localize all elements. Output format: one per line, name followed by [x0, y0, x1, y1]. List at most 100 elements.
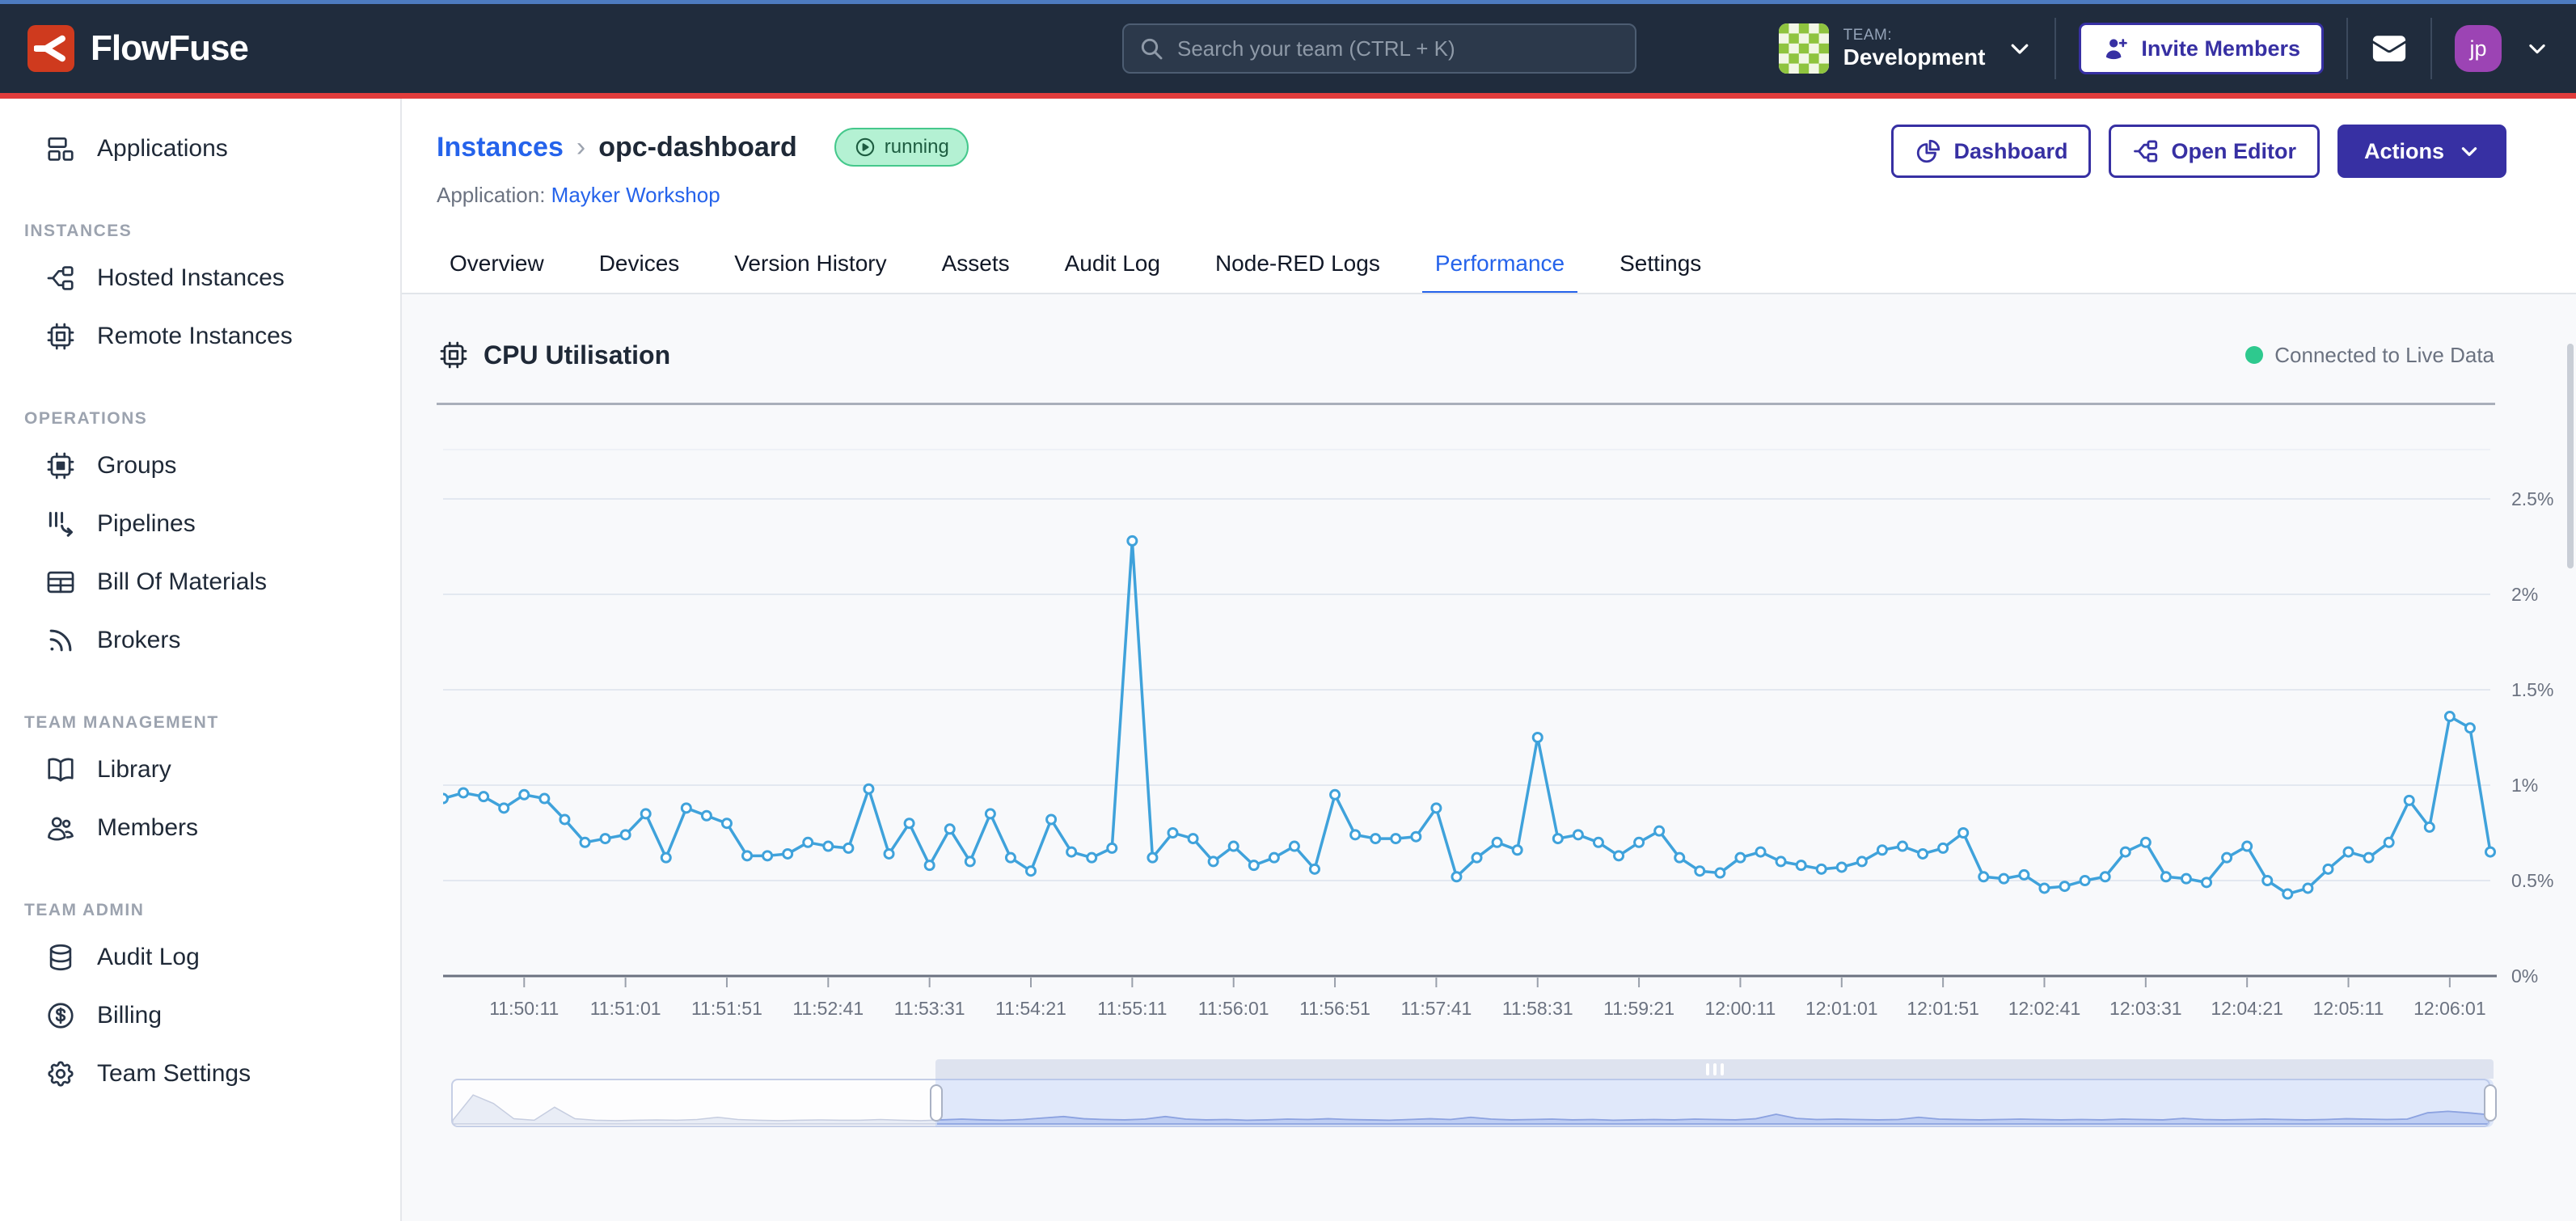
data-point [743, 851, 752, 860]
data-point [1919, 849, 1928, 858]
y-axis-label: 0% [2511, 965, 2538, 987]
notifications-mail-button[interactable] [2371, 30, 2408, 67]
data-point [864, 784, 873, 793]
zoom-left-handle[interactable] [930, 1084, 943, 1122]
actions-button[interactable]: Actions [2337, 125, 2506, 178]
data-point [2263, 877, 2272, 885]
performance-panel: CPU Utilisation Connected to Live Data 0… [402, 294, 2576, 1221]
flowfuse-logo[interactable]: FlowFuse [27, 25, 248, 72]
play-circle-icon [854, 136, 876, 158]
data-point [500, 804, 509, 813]
sidebar-section-operations: OPERATIONS [0, 401, 400, 437]
data-point [925, 861, 934, 870]
tab-version-history[interactable]: Version History [721, 241, 899, 296]
data-point [2283, 889, 2292, 898]
cpu-chart: 0%0.5%1%1.5%2%2.5%11:50:1111:51:0111:51:… [443, 448, 2576, 1042]
data-point [1331, 790, 1340, 799]
tab-overview[interactable]: Overview [437, 241, 557, 296]
invite-members-button[interactable]: Invite Members [2079, 23, 2324, 74]
tab-settings[interactable]: Settings [1607, 241, 1714, 296]
status-badge-label: running [885, 136, 949, 158]
data-point [1837, 863, 1846, 872]
live-status-label: Connected to Live Data [2274, 343, 2494, 368]
sidebar-item-label: Remote Instances [97, 323, 293, 350]
data-point [2223, 853, 2232, 862]
members-icon [45, 813, 76, 843]
sidebar-item-label: Members [97, 814, 198, 842]
data-point [2080, 877, 2089, 885]
team-search[interactable] [1122, 23, 1636, 74]
logo-text: FlowFuse [91, 28, 248, 69]
sidebar-item-hosted-instances[interactable]: Hosted Instances [0, 249, 400, 307]
data-point [2384, 838, 2393, 847]
sidebar-item-team-settings[interactable]: Team Settings [0, 1045, 400, 1103]
data-point [2364, 853, 2373, 862]
application-link[interactable]: Mayker Workshop [551, 183, 720, 207]
cpu-utilisation-chart[interactable]: 0%0.5%1%1.5%2%2.5%11:50:1111:51:0111:51:… [443, 448, 2576, 1038]
tab-performance[interactable]: Performance [1422, 241, 1577, 296]
sidebar-item-bill-of-materials[interactable]: Bill Of Materials [0, 553, 400, 611]
x-axis-label: 12:01:01 [1805, 998, 1878, 1019]
data-point [1269, 853, 1278, 862]
dashboard-button[interactable]: Dashboard [1891, 125, 2091, 178]
data-point [2425, 822, 2434, 831]
bill-of-materials-icon [45, 567, 76, 598]
data-point [581, 838, 589, 847]
open-editor-button[interactable]: Open Editor [2109, 125, 2320, 178]
sidebar-item-brokers[interactable]: Brokers [0, 611, 400, 670]
data-point [1432, 804, 1441, 813]
navbar-divider [2054, 18, 2056, 79]
data-point [1675, 853, 1684, 862]
chevron-down-icon [2459, 141, 2480, 162]
breadcrumb-instances-link[interactable]: Instances [437, 132, 564, 163]
main-content: Instances › opc-dashboard running Applic… [402, 99, 2576, 1221]
zoom-move-handle[interactable] [935, 1059, 2494, 1079]
data-point [2344, 847, 2353, 856]
data-point [945, 825, 954, 834]
data-point [1229, 842, 1238, 851]
sidebar-item-groups[interactable]: Groups [0, 437, 400, 495]
sidebar-item-members[interactable]: Members [0, 799, 400, 857]
application-label: Application: [437, 183, 545, 207]
page-scrollbar[interactable] [2567, 344, 2574, 568]
navbar-red-accent [0, 93, 2576, 99]
brokers-icon [45, 625, 76, 656]
data-point [986, 809, 995, 818]
sidebar-item-remote-instances[interactable]: Remote Instances [0, 307, 400, 365]
x-axis-label: 11:53:31 [894, 998, 965, 1019]
sidebar-item-library[interactable]: Library [0, 741, 400, 799]
x-axis-label: 12:03:31 [2109, 998, 2182, 1019]
sidebar-item-pipelines[interactable]: Pipelines [0, 495, 400, 553]
user-chevron-down-icon [2526, 37, 2549, 60]
zoom-right-handle[interactable] [2484, 1084, 2497, 1122]
sidebar-item-label: Team Settings [97, 1060, 251, 1088]
live-status-dot-icon [2245, 346, 2263, 364]
data-point [661, 853, 670, 862]
data-point [1716, 868, 1725, 877]
data-point [1452, 872, 1461, 881]
hosted-instances-icon [45, 263, 76, 294]
data-point [702, 811, 711, 820]
team-settings-icon [45, 1058, 76, 1089]
tab-node-red-logs[interactable]: Node-RED Logs [1202, 241, 1393, 296]
data-point [722, 819, 731, 828]
data-point [2202, 878, 2211, 887]
tab-devices[interactable]: Devices [586, 241, 693, 296]
sidebar-item-billing[interactable]: Billing [0, 987, 400, 1045]
y-axis-label: 0.5% [2511, 870, 2553, 891]
sidebar-item-audit-log[interactable]: Audit Log [0, 928, 400, 987]
x-axis-label: 12:04:21 [2211, 998, 2283, 1019]
data-point [2486, 847, 2495, 856]
team-selector[interactable]: TEAM: Development [1779, 23, 1986, 74]
tab-audit-log[interactable]: Audit Log [1052, 241, 1173, 296]
team-chevron-down-icon[interactable] [2008, 36, 2032, 61]
tab-assets[interactable]: Assets [929, 241, 1023, 296]
status-badge: running [834, 128, 969, 167]
user-menu[interactable]: jp [2455, 25, 2549, 72]
search-input[interactable] [1122, 23, 1636, 74]
data-point [641, 809, 650, 818]
data-point [1168, 829, 1177, 838]
data-point [1249, 861, 1258, 870]
sidebar-item-applications[interactable]: Applications [0, 120, 400, 178]
zoom-selected-window[interactable] [935, 1079, 2494, 1127]
